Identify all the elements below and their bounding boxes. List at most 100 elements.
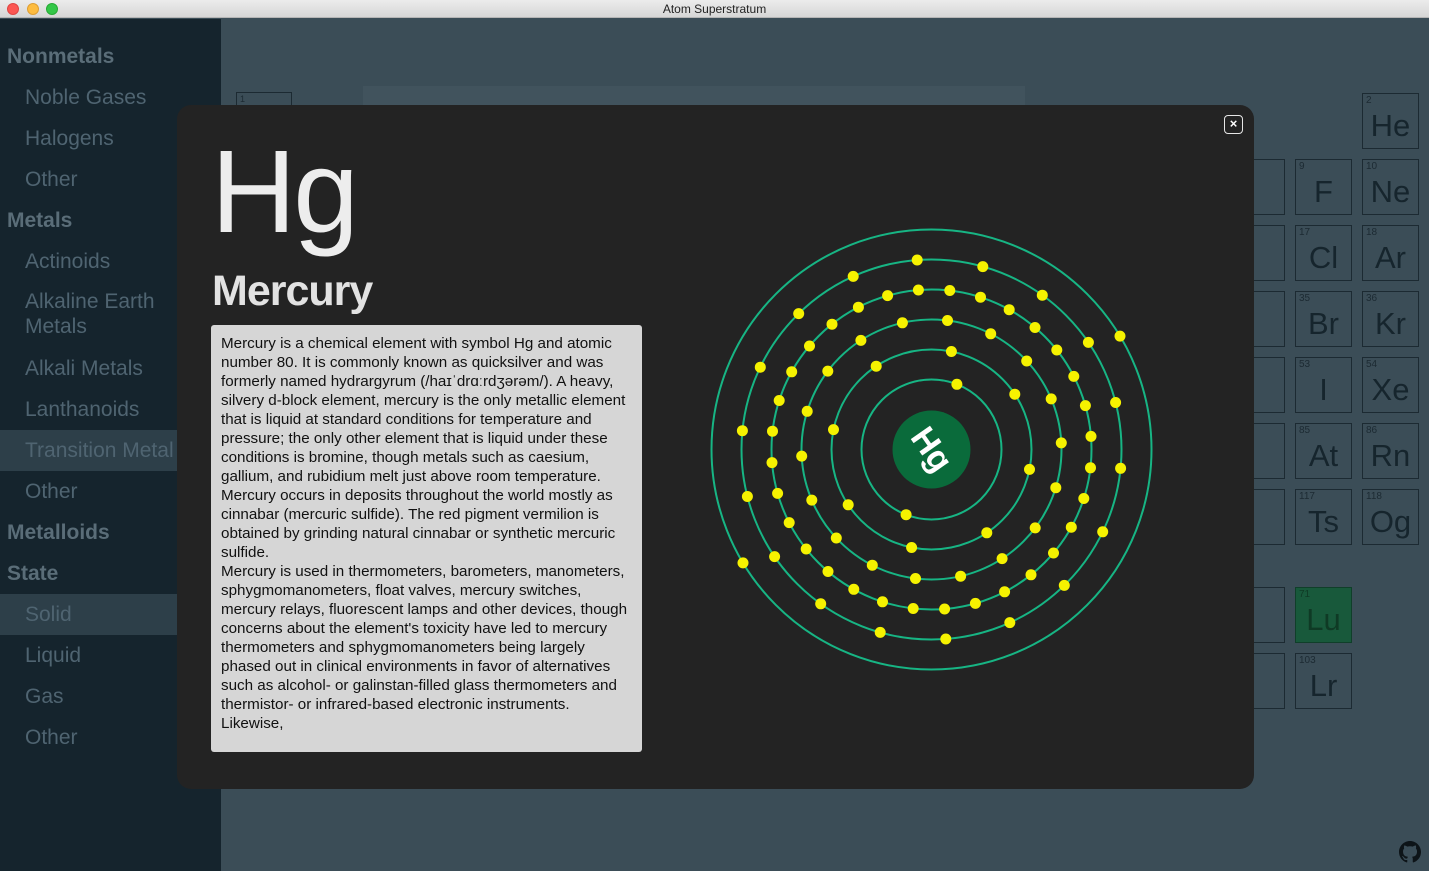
element-symbol: Ne xyxy=(1370,174,1411,209)
element-symbol: Ts xyxy=(1308,504,1339,539)
element-symbol: At xyxy=(1308,438,1339,473)
electron xyxy=(1065,521,1077,533)
atomic-number: 36 xyxy=(1366,293,1378,304)
atomic-number: 71 xyxy=(1299,589,1311,600)
electron xyxy=(969,597,981,609)
element-tile-f[interactable]: 9F xyxy=(1295,159,1352,215)
electron xyxy=(793,308,805,320)
electron xyxy=(985,328,997,340)
electron xyxy=(804,340,815,352)
element-tile-cl[interactable]: 17 Cl xyxy=(1295,225,1352,281)
window-title: Atom Superstratum xyxy=(662,2,767,16)
minimize-window-button[interactable] xyxy=(27,3,39,15)
element-tile-og[interactable]: 118 Og xyxy=(1362,489,1419,545)
description-paragraph: Mercury is used in thermometers, baromet… xyxy=(221,563,628,732)
electron xyxy=(766,457,778,469)
electron xyxy=(830,532,842,544)
electron xyxy=(754,361,766,373)
electron xyxy=(1003,304,1015,316)
electron xyxy=(955,570,967,582)
electron xyxy=(907,603,919,614)
atomic-number: 35 xyxy=(1299,293,1311,304)
electron xyxy=(945,346,957,357)
electron xyxy=(828,424,839,436)
element-tile-ts[interactable]: 117 Ts xyxy=(1295,489,1352,545)
electron xyxy=(1051,344,1063,356)
electron xyxy=(1009,388,1021,400)
electron xyxy=(1115,462,1127,474)
electron xyxy=(866,559,878,571)
electron xyxy=(896,317,908,329)
electron xyxy=(855,334,867,346)
electron xyxy=(822,566,834,577)
atomic-number: 17 xyxy=(1299,227,1311,238)
element-tile-br[interactable]: 35 Br xyxy=(1295,291,1352,347)
atomic-number: 54 xyxy=(1366,359,1378,370)
electron xyxy=(1004,617,1016,629)
zoom-window-button[interactable] xyxy=(46,3,58,15)
element-symbol: Lr xyxy=(1309,668,1338,703)
atomic-number: 10 xyxy=(1366,161,1378,172)
electron xyxy=(1029,322,1041,333)
atomic-number: 86 xyxy=(1366,425,1378,436)
atomic-number: 103 xyxy=(1299,655,1316,666)
element-tile-xe[interactable]: 54 Xe xyxy=(1362,357,1419,413)
electron xyxy=(977,261,989,273)
element-symbol: Xe xyxy=(1371,372,1410,407)
sidebar-item[interactable]: Alkaline Earth Metals xyxy=(0,289,200,341)
atomic-number: 117 xyxy=(1299,491,1315,502)
electron xyxy=(940,633,952,645)
atomic-number: 118 xyxy=(1366,491,1382,502)
electron xyxy=(786,366,798,378)
electron xyxy=(1068,370,1080,382)
element-tile-kr[interactable]: 36 Kr xyxy=(1362,291,1419,347)
element-tile-i[interactable]: 53 I xyxy=(1295,357,1352,413)
electron xyxy=(944,285,956,296)
electron xyxy=(1082,336,1094,348)
electron xyxy=(1085,430,1097,442)
element-tile-h[interactable]: 1 xyxy=(236,92,292,106)
electron xyxy=(1036,289,1048,301)
electron xyxy=(842,499,854,511)
electron xyxy=(736,425,748,437)
electron xyxy=(939,603,951,615)
electron xyxy=(951,378,963,390)
github-icon[interactable] xyxy=(1399,841,1421,863)
element-tile-ne[interactable]: 10 Ne xyxy=(1362,159,1419,215)
electron xyxy=(942,315,953,326)
element-detail-modal: × Hg Mercury Mercury is a chemical eleme… xyxy=(177,105,1254,789)
electron xyxy=(906,542,918,553)
electron xyxy=(783,517,795,529)
electron xyxy=(796,450,808,462)
element-symbol: Cl xyxy=(1308,240,1339,275)
electron xyxy=(870,360,882,372)
electron xyxy=(815,598,827,610)
element-name: Mercury xyxy=(212,267,373,315)
element-description[interactable]: Mercury is a chemical element with symbo… xyxy=(211,325,642,752)
electron xyxy=(874,626,886,638)
element-tile-ar[interactable]: 18 Ar xyxy=(1362,225,1419,281)
description-paragraph: Mercury is a chemical element with symbo… xyxy=(221,335,626,485)
element-tile-lu[interactable]: 71 Lu xyxy=(1295,587,1352,643)
electron xyxy=(737,557,749,569)
electron xyxy=(1024,463,1035,475)
electron xyxy=(1079,400,1091,412)
element-tile-rn[interactable]: 86 Rn xyxy=(1362,423,1419,479)
element-symbol: He xyxy=(1370,108,1411,143)
element-symbol: Ar xyxy=(1375,240,1406,275)
element-tile-lr[interactable]: 103 Lr xyxy=(1295,653,1352,709)
electron xyxy=(1050,482,1062,494)
close-modal-button[interactable]: × xyxy=(1224,115,1243,134)
element-tile-he[interactable]: 2 He xyxy=(1362,93,1419,149)
close-window-button[interactable] xyxy=(7,3,19,15)
description-paragraph: Mercury occurs in deposits throughout th… xyxy=(221,487,616,561)
atomic-number: 2 xyxy=(1366,95,1372,106)
electron xyxy=(773,395,785,406)
electron xyxy=(1048,547,1059,559)
sidebar-heading[interactable]: Nonmetals xyxy=(0,36,221,77)
electron xyxy=(806,494,818,506)
element-tile-at[interactable]: 85 At xyxy=(1295,423,1352,479)
electron xyxy=(1110,397,1122,408)
electron xyxy=(910,573,921,584)
electron xyxy=(1045,393,1057,405)
